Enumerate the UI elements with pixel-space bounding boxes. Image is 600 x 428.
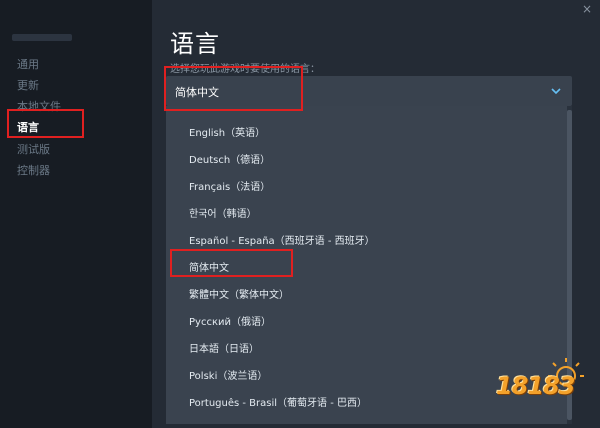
sidebar-item-updates[interactable]: 更新 xyxy=(17,77,39,93)
sidebar-item-language[interactable]: 语言 xyxy=(17,119,39,135)
watermark-logo: 18183 xyxy=(496,356,592,418)
sidebar-game-name xyxy=(12,34,72,41)
language-option-korean[interactable]: 한국어（韩语） xyxy=(189,205,257,220)
watermark-text: 18183 xyxy=(496,372,575,400)
language-select-value: 简体中文 xyxy=(175,86,219,99)
sidebar-item-general[interactable]: 通用 xyxy=(17,56,39,72)
language-option-spanish[interactable]: Español - España（西班牙语 - 西班牙） xyxy=(189,232,375,247)
language-option-portuguese-brazil[interactable]: Português - Brasil（葡萄牙语 - 巴西） xyxy=(189,394,367,409)
page-title: 语言 xyxy=(170,30,220,58)
close-button[interactable]: × xyxy=(582,2,592,16)
language-option-traditional-chinese[interactable]: 繁體中文（繁体中文） xyxy=(189,286,289,301)
language-option-russian[interactable]: Русский（俄语） xyxy=(189,313,271,328)
sidebar-item-controller[interactable]: 控制器 xyxy=(17,162,50,178)
language-option-japanese[interactable]: 日本語（日语） xyxy=(189,340,259,355)
language-option-english[interactable]: English（英语） xyxy=(189,124,265,139)
sidebar-item-local-files[interactable]: 本地文件 xyxy=(17,98,61,114)
language-option-polish[interactable]: Polski（波兰语） xyxy=(189,367,267,382)
language-subtitle: 选择您玩此游戏时要使用的语言： xyxy=(170,64,320,75)
language-option-french[interactable]: Français（法语） xyxy=(189,178,270,193)
language-select[interactable]: 简体中文 xyxy=(166,76,572,106)
sidebar: 通用 更新 本地文件 语言 测试版 控制器 xyxy=(0,0,152,428)
sidebar-item-betas[interactable]: 测试版 xyxy=(17,141,50,157)
language-option-german[interactable]: Deutsch（德语） xyxy=(189,151,270,166)
chevron-down-icon xyxy=(551,88,561,95)
language-option-simplified-chinese[interactable]: 简体中文 xyxy=(189,259,229,274)
